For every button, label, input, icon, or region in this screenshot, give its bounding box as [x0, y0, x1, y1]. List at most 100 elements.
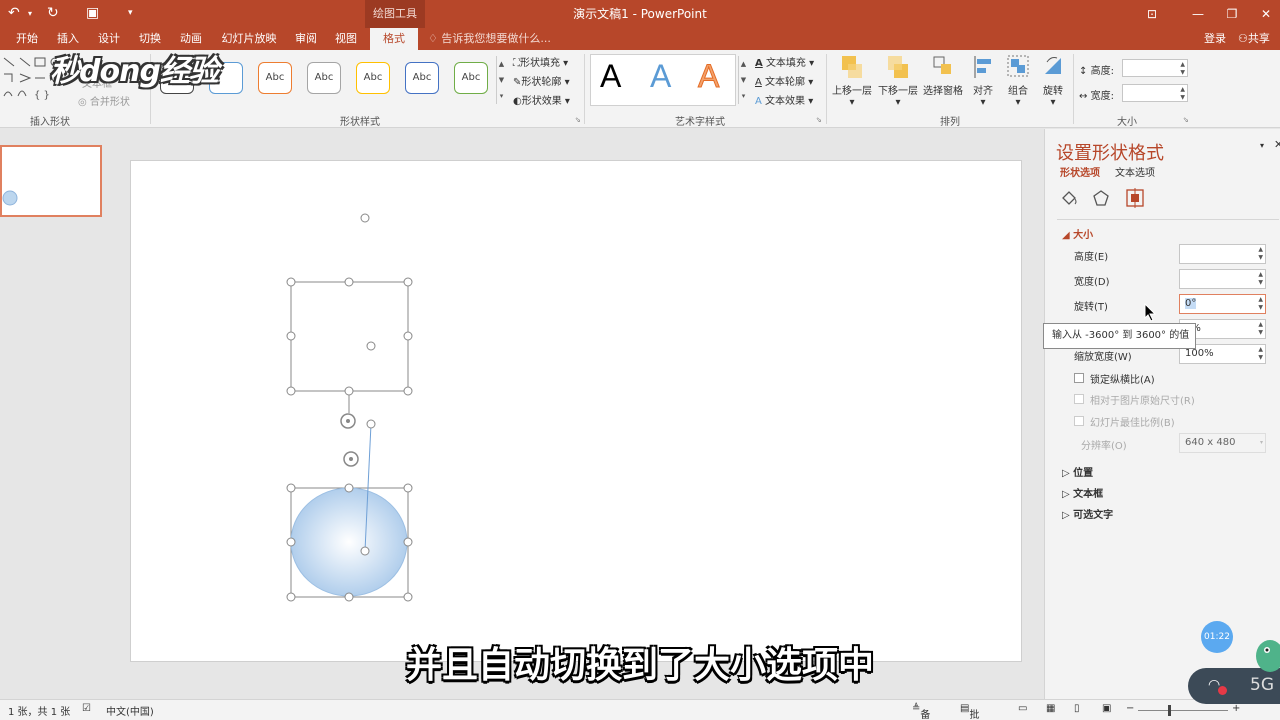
tab-shape-options[interactable]: 形状选项: [1060, 164, 1100, 179]
dropdown-icon: ▾: [1259, 439, 1263, 446]
mouse-cursor-icon: [1144, 303, 1157, 322]
spin-arrows-icon[interactable]: ▲ ▼: [1180, 86, 1185, 102]
language-indicator[interactable]: 中文(中国): [106, 703, 154, 718]
pane-options-icon[interactable]: ▾: [1260, 141, 1264, 150]
spellcheck-icon[interactable]: ☑: [82, 703, 91, 714]
normal-view-icon[interactable]: ▭: [1018, 703, 1027, 714]
section-size-label: 大小: [1073, 230, 1094, 241]
zoom-slider[interactable]: [1138, 710, 1228, 711]
comments-label: 批注: [969, 710, 980, 720]
share-label: 共享: [1247, 32, 1270, 45]
rotation-value: 0°: [1185, 298, 1197, 309]
dialog-launcher-icon[interactable]: ⬂: [1183, 116, 1189, 124]
redo-icon[interactable]: ↻: [47, 5, 59, 21]
rotate-handle-icon[interactable]: [340, 413, 359, 467]
ribbon-display-icon[interactable]: ⊡: [1132, 0, 1172, 28]
tell-me-search[interactable]: ♢ 告诉我您想要做什么...: [428, 28, 551, 50]
shape-style-5[interactable]: Abc: [356, 62, 390, 94]
wordart-style-orange[interactable]: A: [697, 58, 719, 95]
dialog-launcher-icon[interactable]: ⬂: [816, 116, 822, 124]
slide-thumbnail[interactable]: [0, 145, 102, 217]
text-effects-button[interactable]: A 文本效果 ▾: [755, 92, 813, 107]
comments-button[interactable]: ▤ 批注: [960, 703, 979, 720]
wordart-style-black[interactable]: A: [600, 58, 621, 95]
text-fill-button[interactable]: A 文本填充 ▾: [755, 54, 814, 69]
close-pane-icon[interactable]: ✕: [1274, 138, 1280, 151]
text-outline-icon: A: [755, 77, 762, 88]
present-icon[interactable]: ▣: [86, 5, 99, 21]
rotate-button[interactable]: 旋转 ▾: [1030, 54, 1076, 108]
shape-style-3[interactable]: Abc: [258, 62, 292, 94]
undo-dropdown-icon[interactable]: ▾: [28, 9, 32, 18]
shape-outline-button[interactable]: ✎形状轮廓 ▾: [513, 73, 570, 88]
circle-shape[interactable]: [286, 419, 413, 602]
width-input[interactable]: ▲ ▼: [1122, 84, 1188, 102]
shape-style-6[interactable]: Abc: [405, 62, 439, 94]
rotation-tooltip: 输入从 -3600° 到 3600° 的值: [1043, 323, 1196, 349]
slide-editor: [122, 129, 1044, 699]
merge-label: 合并形状: [89, 97, 130, 108]
zoom-out-icon[interactable]: −: [1126, 703, 1134, 714]
spin-arrows-icon[interactable]: ▲ ▼: [1258, 346, 1263, 362]
text-outline-button[interactable]: A 文本轮廓 ▾: [755, 73, 813, 88]
size-properties-icon[interactable]: [1125, 188, 1145, 208]
bring-forward-button[interactable]: 上移一层 ▾: [829, 54, 875, 108]
customize-toolbar-icon[interactable]: ▾: [128, 8, 133, 18]
merge-shapes-button[interactable]: ◎ 合并形状: [78, 93, 130, 108]
reading-view-icon[interactable]: ▯: [1074, 703, 1080, 714]
close-button[interactable]: ✕: [1246, 0, 1280, 28]
tab-text-options[interactable]: 文本选项: [1115, 164, 1155, 179]
tab-format[interactable]: 格式: [370, 28, 418, 50]
fill-line-icon[interactable]: [1060, 189, 1078, 207]
lock-aspect-checkbox[interactable]: [1074, 373, 1084, 383]
tab-review[interactable]: 审阅: [286, 28, 326, 50]
slide-canvas[interactable]: [130, 160, 1022, 662]
spin-arrows-icon[interactable]: ▲ ▼: [1258, 321, 1263, 337]
relative-original-checkbox[interactable]: [1074, 394, 1084, 404]
shape-style-scroll[interactable]: ▲ ▼ ▾: [496, 56, 506, 104]
section-textbox[interactable]: ▷ 文本框: [1062, 485, 1103, 500]
slide-sorter-icon[interactable]: ▦: [1046, 703, 1055, 714]
width-prop-input[interactable]: ▲ ▼: [1179, 269, 1266, 289]
section-size[interactable]: ◢ 大小: [1062, 226, 1093, 241]
text-effects-icon: A: [755, 96, 762, 107]
best-scale-checkbox[interactable]: [1074, 416, 1084, 426]
section-position[interactable]: ▷ 位置: [1062, 464, 1093, 479]
paint-bucket-icon: ⛶: [513, 58, 520, 69]
effects-icon[interactable]: [1092, 189, 1110, 207]
dialog-launcher-icon[interactable]: ⬂: [575, 116, 581, 124]
spin-arrows-icon[interactable]: ▲ ▼: [1258, 246, 1263, 262]
send-backward-button[interactable]: 下移一层 ▾: [875, 54, 921, 108]
resolution-select[interactable]: 640 x 480 ▾: [1179, 433, 1266, 453]
height-prop-input[interactable]: ▲ ▼: [1179, 244, 1266, 264]
wordart-style-blue[interactable]: A: [650, 58, 671, 95]
height-label-text: 高度:: [1090, 66, 1114, 77]
tab-slideshow[interactable]: 幻灯片放映: [212, 28, 286, 50]
format-shape-pane: 设置形状格式 ▾ ✕ 形状选项 文本选项 ◢ 大小 高度(E) ▲ ▼ 宽度(D)…: [1044, 129, 1280, 699]
tab-view[interactable]: 视图: [326, 28, 366, 50]
zoom-in-icon[interactable]: +: [1232, 703, 1240, 714]
rotation-prop-label: 旋转(T): [1074, 302, 1108, 313]
undo-icon[interactable]: ↶: [8, 5, 20, 21]
spin-arrows-icon[interactable]: ▲ ▼: [1180, 61, 1185, 77]
height-input[interactable]: ▲ ▼: [1122, 59, 1188, 77]
watermark-logo: 秒dong经验: [50, 54, 219, 89]
shape-style-4[interactable]: Abc: [307, 62, 341, 94]
shape-fill-button[interactable]: ⛶形状填充 ▾: [513, 54, 568, 69]
spin-arrows-icon[interactable]: ▲ ▼: [1258, 296, 1263, 312]
effects-icon: ◐: [513, 96, 522, 107]
share-button[interactable]: ⚇共享: [1238, 28, 1270, 50]
section-alt-text[interactable]: ▷ 可选文字: [1062, 506, 1113, 521]
slideshow-icon[interactable]: ▣: [1102, 703, 1111, 714]
login-link[interactable]: 登录: [1204, 28, 1226, 50]
lightbulb-icon: ♢: [428, 32, 438, 45]
zoom-slider-thumb[interactable]: [1168, 705, 1171, 716]
wordart-scroll[interactable]: ▲ ▼ ▾: [738, 56, 748, 104]
shape-effects-button[interactable]: ◐形状效果 ▾: [513, 92, 570, 107]
rotation-prop-input[interactable]: 0° ▲ ▼: [1179, 294, 1266, 314]
tab-home[interactable]: 开始: [6, 28, 48, 50]
shape-style-7[interactable]: Abc: [454, 62, 488, 94]
upper-shape-selection[interactable]: [286, 213, 413, 413]
notes-button[interactable]: ≜ 备注: [912, 703, 930, 720]
spin-arrows-icon[interactable]: ▲ ▼: [1258, 271, 1263, 287]
